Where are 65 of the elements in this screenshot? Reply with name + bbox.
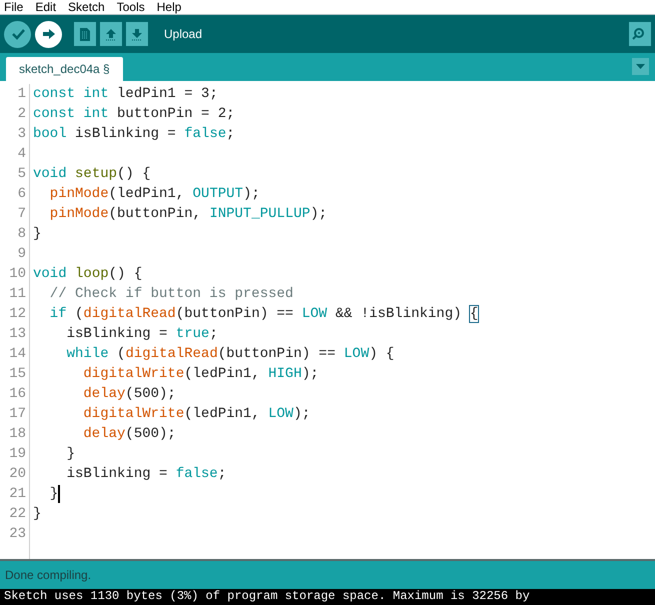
document-icon: [80, 28, 90, 40]
arrow-up-icon: [105, 28, 117, 40]
code-line: pinMode(buttonPin, INPUT_PULLUP);: [48, 205, 328, 224]
open-button[interactable]: [100, 22, 122, 46]
code-line: }: [33, 505, 42, 524]
line-number: 1: [16, 85, 27, 104]
code-line: void setup() {: [33, 165, 151, 184]
code-line: const int ledPin1 = 3;: [33, 85, 218, 104]
tab-menu-button[interactable]: [632, 58, 649, 75]
caret-icon: [636, 64, 645, 69]
line-number: 4: [16, 145, 27, 164]
code-line: delay(500);: [82, 385, 176, 404]
code-line: isBlinking = true;: [66, 325, 218, 344]
status-message: Done compiling.: [0, 559, 655, 589]
code-line: void loop() {: [33, 265, 142, 284]
toolbar-label: Upload: [164, 26, 202, 43]
console-output: Sketch uses 1130 bytes (3%) of program storage space. Maximum is 32256 by: [0, 589, 655, 605]
code-line: }: [66, 445, 76, 464]
line-number: 19: [8, 445, 27, 464]
line-number: 22: [8, 505, 27, 524]
code-line: }: [33, 225, 42, 244]
line-number: 3: [16, 125, 27, 144]
line-number: 13: [8, 325, 27, 344]
menu-item[interactable]: File: [4, 0, 24, 16]
code-line: while (digitalRead(buttonPin) == LOW) {: [66, 345, 394, 364]
line-number: 7: [16, 205, 27, 224]
menu-item[interactable]: Edit: [35, 0, 56, 16]
new-button[interactable]: [74, 22, 96, 46]
code-line: }: [48, 485, 58, 504]
line-number: 10: [8, 265, 27, 284]
arrow-right-icon: [42, 28, 56, 40]
upload-button[interactable]: [35, 20, 62, 48]
line-number: 6: [16, 185, 27, 204]
line-number: 12: [8, 305, 27, 324]
menu-item[interactable]: Sketch: [68, 0, 105, 16]
line-number: 15: [8, 365, 27, 384]
verify-button[interactable]: [4, 20, 31, 48]
line-number: 14: [8, 345, 27, 364]
menu-item[interactable]: Help: [156, 0, 182, 16]
code-line: digitalWrite(ledPin1, LOW);: [82, 405, 310, 424]
line-number: 20: [8, 465, 27, 484]
line-number: 16: [8, 385, 27, 404]
line-number: 9: [16, 245, 27, 264]
code-line: // Check if button is pressed: [48, 285, 294, 304]
code-line: pinMode(ledPin1, OUTPUT);: [48, 185, 260, 204]
line-number: 23: [8, 525, 27, 544]
serial-monitor-button[interactable]: [629, 22, 651, 46]
line-number: 2: [16, 105, 27, 124]
file-tab[interactable]: sketch_dec04a §: [6, 57, 123, 81]
line-number: 17: [8, 405, 27, 424]
save-button[interactable]: [126, 22, 148, 46]
code-line: digitalWrite(ledPin1, HIGH);: [82, 365, 319, 384]
line-number: 8: [16, 225, 27, 244]
line-number: 21: [8, 485, 27, 504]
line-number: 18: [8, 425, 27, 444]
code-line: const int buttonPin = 2;: [33, 105, 235, 124]
code-line: if (digitalRead(buttonPin) == LOW && !isBlinking) {: [48, 305, 478, 324]
menu-item[interactable]: Tools: [116, 0, 145, 16]
code-line: delay(500);: [82, 425, 176, 444]
code-line: bool isBlinking = false;: [33, 125, 235, 144]
line-number: 5: [16, 165, 27, 184]
code-line: isBlinking = false;: [66, 465, 226, 484]
arrow-down-icon: [131, 28, 143, 40]
line-number: 11: [8, 285, 27, 304]
check-icon: [10, 28, 24, 40]
